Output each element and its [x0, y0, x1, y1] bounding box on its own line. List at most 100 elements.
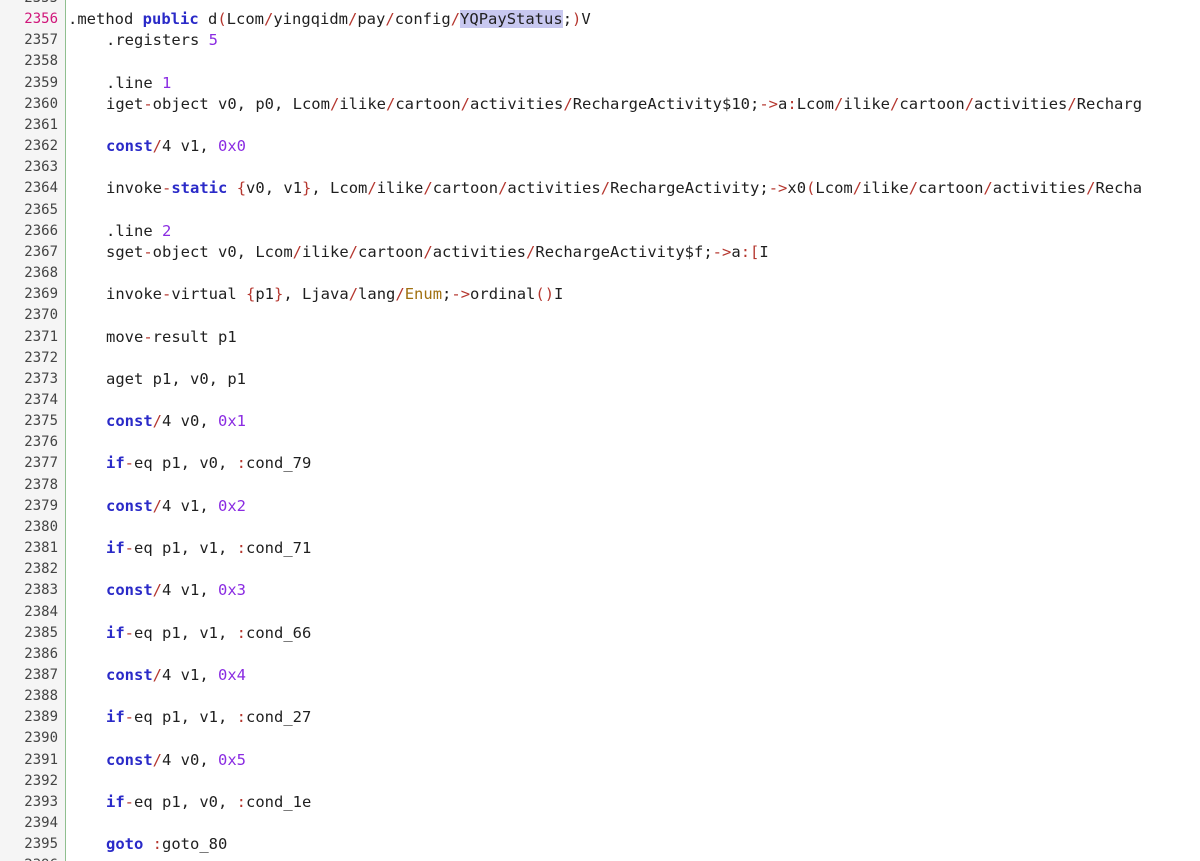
line-code: const/4 v1, 0x3 [106, 580, 246, 601]
code-editor[interactable]: 23552356.method public d(Lcom/yingqidm/p… [0, 0, 1200, 861]
code-token: / [423, 179, 433, 198]
code-line[interactable]: 2376 [0, 432, 1200, 453]
line-number: 2389 [24, 709, 58, 726]
code-token: I [759, 242, 769, 261]
code-line[interactable]: 2361 [0, 115, 1200, 136]
code-token: - [162, 179, 172, 198]
code-token: } [274, 285, 284, 304]
code-line[interactable]: 2396 [0, 855, 1200, 861]
code-line[interactable]: 2390 [0, 728, 1200, 749]
code-line[interactable]: 2375 const/4 v0, 0x1 [0, 411, 1200, 432]
code-line[interactable]: 2355 [0, 0, 1200, 9]
code-line[interactable]: 2380 [0, 517, 1200, 538]
code-token: - [124, 792, 135, 811]
code-token: goto_80 [162, 835, 228, 854]
code-line[interactable]: 2373 aget p1, v0, p1 [0, 369, 1200, 390]
code-line[interactable]: 2385 if-eq p1, v1, :cond_66 [0, 623, 1200, 644]
line-code: move-result p1 [106, 327, 237, 348]
line-number: 2390 [24, 730, 58, 747]
code-line[interactable]: 2366 .line 2 [0, 221, 1200, 242]
line-number: 2366 [24, 222, 58, 239]
line-number: 2360 [24, 95, 58, 112]
code-token: , Lcom [311, 179, 368, 198]
code-token: ( [806, 179, 816, 198]
code-token: ; [562, 10, 573, 29]
code-token: if [106, 623, 125, 642]
code-line[interactable]: 2371 move-result p1 [0, 327, 1200, 348]
code-token: activities [974, 94, 1068, 113]
code-token: / [834, 94, 844, 113]
code-line[interactable]: 2392 [0, 771, 1200, 792]
code-token: ; [442, 285, 452, 304]
code-token: invoke [106, 179, 162, 198]
code-token: invoke [106, 285, 162, 304]
code-token: eq p1, v0, [134, 792, 237, 811]
code-token: / [386, 94, 396, 113]
code-token: Recha [1095, 179, 1143, 198]
code-line[interactable]: 2370 [0, 305, 1200, 326]
code-token: / [460, 94, 471, 113]
code-token: : [787, 94, 797, 113]
code-line[interactable]: 2379 const/4 v1, 0x2 [0, 496, 1200, 517]
line-number: 2365 [24, 201, 58, 218]
code-line[interactable]: 2394 [0, 813, 1200, 834]
line-number: 2383 [24, 582, 58, 599]
code-token: public [142, 10, 199, 29]
code-line[interactable]: 2364 invoke-static {v0, v1}, Lcom/ilike/c… [0, 178, 1200, 199]
line-number: 2356 [24, 11, 58, 28]
code-token: : [152, 835, 163, 854]
code-token: () [535, 285, 555, 304]
code-line[interactable]: 2374 [0, 390, 1200, 411]
code-token: v0, v1 [246, 179, 303, 198]
code-line[interactable]: 2368 [0, 263, 1200, 284]
code-line[interactable]: 2369 invoke-virtual {p1}, Ljava/lang/Enum… [0, 284, 1200, 305]
code-line[interactable]: 2387 const/4 v1, 0x4 [0, 665, 1200, 686]
code-token: / [152, 496, 163, 515]
code-token: - [124, 708, 135, 727]
code-line[interactable]: 2360 iget-object v0, p0, Lcom/ilike/carto… [0, 94, 1200, 115]
code-token: 5 [208, 31, 218, 50]
code-lines: 23552356.method public d(Lcom/yingqidm/p… [0, 0, 1200, 861]
code-token: : [236, 539, 247, 558]
line-number: 2380 [24, 518, 58, 535]
code-line[interactable]: 2356 .method public d(Lcom/yingqidm/pay/c… [0, 9, 1200, 30]
code-token: / [498, 179, 508, 198]
code-token: RechargeActivity$f; [535, 242, 713, 261]
code-token: / [329, 94, 340, 113]
code-token: / [526, 242, 536, 261]
code-line[interactable]: 2362 const/4 v1, 0x0 [0, 136, 1200, 157]
code-line[interactable]: 2391 const/4 v0, 0x5 [0, 750, 1200, 771]
code-line[interactable]: 2377 if-eq p1, v0, :cond_79 [0, 453, 1200, 474]
line-number: 2385 [24, 624, 58, 641]
code-line[interactable]: 2382 [0, 559, 1200, 580]
code-line[interactable]: 2388 [0, 686, 1200, 707]
code-line[interactable]: 2367 sget-object v0, Lcom/ilike/cartoon/a… [0, 242, 1200, 263]
code-token: ) [572, 10, 582, 29]
code-line[interactable]: 2359 .line 1 [0, 73, 1200, 94]
code-line[interactable]: 2395 goto :goto_80 [0, 834, 1200, 855]
code-line[interactable]: 2386 [0, 644, 1200, 665]
code-line[interactable]: 2383 const/4 v1, 0x3 [0, 580, 1200, 601]
line-number: 2384 [24, 603, 58, 620]
code-line[interactable]: 2389 if-eq p1, v1, :cond_27 [0, 707, 1200, 728]
code-line[interactable]: 2363 [0, 157, 1200, 178]
code-line[interactable]: 2393 if-eq p1, v0, :cond_1e [0, 792, 1200, 813]
code-token: cartoon [358, 242, 424, 261]
code-line[interactable]: 2381 if-eq p1, v1, :cond_71 [0, 538, 1200, 559]
line-number: 2368 [24, 265, 58, 282]
code-token: : [236, 708, 247, 727]
code-line[interactable]: 2357 .registers 5 [0, 30, 1200, 51]
code-line[interactable]: 2358 [0, 51, 1200, 72]
code-token: { [236, 179, 247, 198]
code-token: const [106, 750, 153, 769]
code-token: ( [217, 10, 227, 29]
code-line[interactable]: 2384 [0, 602, 1200, 623]
code-line[interactable]: 2365 [0, 200, 1200, 221]
code-token: cond_66 [246, 623, 312, 642]
line-code: goto :goto_80 [106, 834, 227, 855]
code-token: / [152, 581, 163, 600]
code-token: 0x5 [218, 750, 247, 769]
code-line[interactable]: 2378 [0, 475, 1200, 496]
code-line[interactable]: 2372 [0, 348, 1200, 369]
code-token: - [124, 623, 135, 642]
